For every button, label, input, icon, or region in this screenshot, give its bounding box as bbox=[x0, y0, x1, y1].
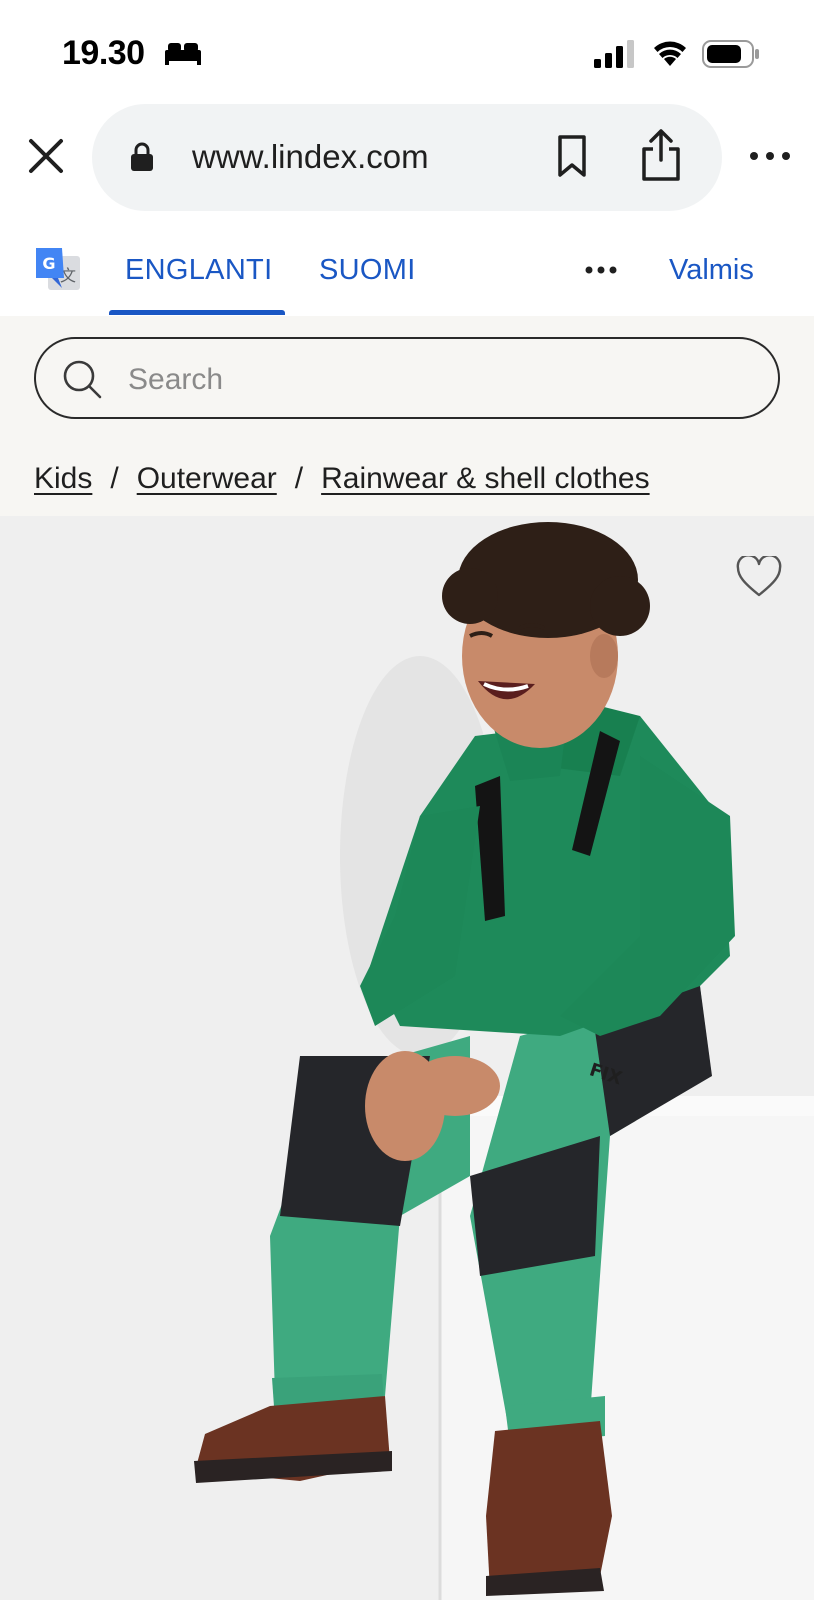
translate-bar: 文 G ENGLANTI SUOMI Valmis bbox=[0, 214, 814, 316]
site-header: Search Kids / Outerwear / Rainwear & shell c… bbox=[0, 316, 814, 516]
more-icon[interactable] bbox=[748, 144, 792, 168]
breadcrumb-separator: / bbox=[110, 462, 119, 495]
tab-english[interactable]: ENGLANTI bbox=[125, 254, 272, 287]
close-button[interactable] bbox=[24, 134, 68, 178]
tab-finnish[interactable]: SUOMI bbox=[319, 254, 416, 287]
heart-icon[interactable] bbox=[736, 556, 782, 598]
search-icon bbox=[63, 360, 102, 399]
address-bar[interactable]: www.lindex.com bbox=[92, 104, 722, 211]
status-bar: 19.30 bbox=[0, 0, 814, 104]
google-translate-icon: 文 G bbox=[36, 248, 80, 290]
product-photo: FIX bbox=[0, 516, 814, 1600]
breadcrumb-rainwear[interactable]: Rainwear & shell clothes bbox=[321, 462, 650, 495]
active-tab-indicator bbox=[109, 310, 285, 315]
close-icon bbox=[29, 139, 63, 173]
bookmark-icon[interactable] bbox=[554, 134, 590, 178]
breadcrumb-outerwear[interactable]: Outerwear bbox=[137, 462, 277, 495]
bed-icon bbox=[165, 43, 201, 65]
battery-icon bbox=[702, 40, 759, 68]
svg-text:G: G bbox=[42, 254, 55, 273]
lock-icon bbox=[131, 142, 153, 171]
more-icon[interactable] bbox=[584, 264, 618, 276]
breadcrumb-kids[interactable]: Kids bbox=[34, 462, 92, 495]
breadcrumb: Kids / Outerwear / Rainwear & shell clothes bbox=[34, 462, 650, 496]
done-button[interactable]: Valmis bbox=[669, 254, 754, 287]
signal-icon bbox=[594, 40, 634, 68]
search-input[interactable]: Search bbox=[34, 337, 780, 419]
search-placeholder: Search bbox=[128, 363, 224, 396]
url-text: www.lindex.com bbox=[192, 138, 429, 175]
status-time: 19.30 bbox=[62, 34, 145, 72]
wifi-icon bbox=[654, 41, 686, 66]
browser-toolbar: www.lindex.com bbox=[0, 104, 814, 214]
product-image[interactable]: FIX bbox=[0, 516, 814, 1600]
share-icon[interactable] bbox=[640, 128, 682, 182]
breadcrumb-separator: / bbox=[294, 462, 304, 495]
